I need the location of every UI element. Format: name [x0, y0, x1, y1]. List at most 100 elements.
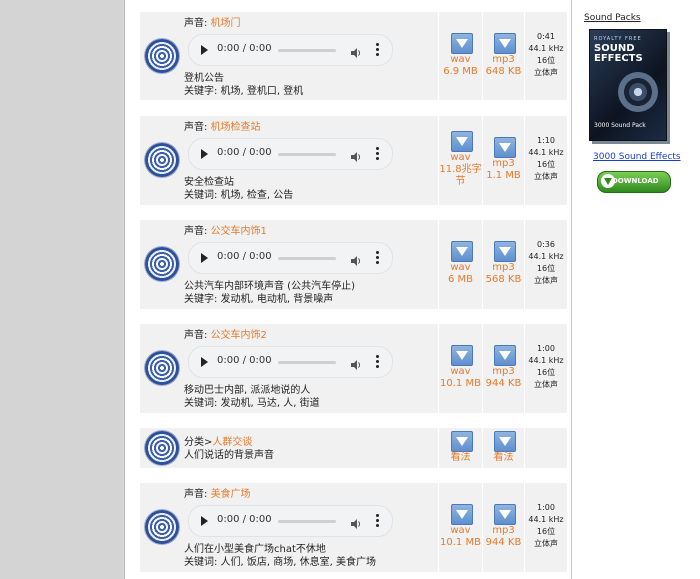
- speaker-icon[interactable]: [145, 351, 179, 385]
- description-line: 安全检查站: [184, 177, 234, 188]
- sound-name-link[interactable]: 美食广场: [211, 489, 251, 500]
- sound-effects-box-image[interactable]: ROYALTY FREE SOUND EFFECTS 3000 Sound Pa…: [589, 29, 667, 141]
- more-options-icon[interactable]: [376, 251, 380, 265]
- more-options-icon[interactable]: [376, 43, 380, 57]
- audio-player[interactable]: 0:00 / 0:00: [188, 242, 393, 274]
- player-time: 0:00 / 0:00: [217, 355, 272, 366]
- sound-title: 声音: 美食广场: [184, 485, 251, 500]
- file-size: 6.9 MB: [443, 66, 478, 77]
- play-icon[interactable]: [201, 357, 208, 367]
- more-options-icon[interactable]: [376, 147, 380, 161]
- sound-row: 声音: 公交车内饰2 0:00 / 0:00 移动巴士内部, 派派地说的人 关键…: [140, 324, 567, 413]
- channels: 立体声: [534, 539, 558, 548]
- mp3-download-cell[interactable]: mp3 944 KB: [482, 324, 524, 413]
- box-bottom-text: 3000 Sound Pack: [594, 122, 646, 129]
- volume-icon[interactable]: [350, 515, 362, 529]
- wav-download-cell[interactable]: wav 10.1 MB: [438, 324, 482, 413]
- view-cell[interactable]: 看法: [438, 428, 482, 468]
- wav-download-cell[interactable]: wav 10.1 MB: [438, 483, 482, 572]
- sound-description: 人们在小型美食广场chat不休地 关键词: 人们, 饭店, 商场, 休息室, 美…: [184, 543, 376, 569]
- download-icon[interactable]: [450, 131, 473, 152]
- wav-download-cell[interactable]: wav 11.8兆字 节: [438, 116, 482, 205]
- audio-player[interactable]: 0:00 / 0:00: [188, 138, 393, 170]
- sound-effects-link[interactable]: 3000 Sound Effects: [593, 152, 681, 162]
- sound-description: 登机公告 关键字: 机场, 登机口, 登机: [184, 72, 303, 98]
- wav-download-cell[interactable]: wav 6 MB: [438, 220, 482, 309]
- download-icon[interactable]: [450, 241, 473, 262]
- more-options-icon[interactable]: [376, 355, 380, 369]
- volume-icon[interactable]: [350, 44, 362, 58]
- volume-icon[interactable]: [350, 252, 362, 266]
- sound-name-link[interactable]: 机场门: [211, 18, 241, 29]
- mp3-download-cell[interactable]: mp3 648 KB: [482, 12, 524, 100]
- download-icon[interactable]: [493, 431, 516, 452]
- sound-packs-link[interactable]: Sound Packs: [584, 13, 641, 23]
- download-button[interactable]: DOWNLOAD: [597, 171, 671, 193]
- format-name: wav: [450, 262, 471, 273]
- format-label: mp3 1.1 MB: [483, 158, 524, 182]
- sound-name-link[interactable]: 公交车内饰2: [211, 330, 267, 341]
- view-link[interactable]: 看法: [483, 452, 524, 464]
- download-icon[interactable]: [450, 431, 473, 452]
- volume-icon[interactable]: [350, 148, 362, 162]
- player-progress[interactable]: [278, 49, 336, 52]
- download-label: DOWNLOAD: [612, 177, 659, 185]
- volume-icon[interactable]: [350, 356, 362, 370]
- download-icon[interactable]: [493, 345, 516, 366]
- more-options-icon[interactable]: [376, 514, 380, 528]
- file-size: 568 KB: [485, 274, 522, 285]
- player-progress[interactable]: [278, 361, 336, 364]
- audio-player[interactable]: 0:00 / 0:00: [188, 34, 393, 66]
- view-cell[interactable]: 看法: [482, 428, 524, 468]
- sound-label: 声音:: [184, 489, 208, 500]
- download-icon[interactable]: [493, 504, 516, 525]
- speaker-icon[interactable]: [145, 431, 179, 465]
- play-icon[interactable]: [201, 149, 208, 159]
- audio-meta-cell: 1:00 44.1 kHz 16位 立体声: [524, 324, 567, 413]
- format-label: wav 10.1 MB: [439, 366, 482, 390]
- player-progress[interactable]: [278, 153, 336, 156]
- download-icon[interactable]: [450, 504, 473, 525]
- play-icon[interactable]: [201, 516, 208, 526]
- play-icon[interactable]: [201, 253, 208, 263]
- speaker-icon[interactable]: [145, 143, 179, 177]
- speaker-icon[interactable]: [145, 510, 179, 544]
- download-icon[interactable]: [450, 33, 473, 54]
- download-icon[interactable]: [493, 241, 516, 262]
- speaker-graphic: [618, 72, 658, 112]
- mp3-download-cell[interactable]: mp3 944 KB: [482, 483, 524, 572]
- download-icon[interactable]: [493, 33, 516, 54]
- description-line: 公共汽车内部环境声音 (公共汽车停止): [184, 281, 355, 292]
- download-icon[interactable]: [493, 137, 516, 158]
- format-label: mp3 568 KB: [483, 262, 524, 286]
- audio-player[interactable]: 0:00 / 0:00: [188, 505, 393, 537]
- player-progress[interactable]: [278, 257, 336, 260]
- speaker-icon[interactable]: [145, 39, 179, 73]
- audio-player[interactable]: 0:00 / 0:00: [188, 346, 393, 378]
- mp3-download-cell[interactable]: mp3 568 KB: [482, 220, 524, 309]
- sound-title: 声音: 机场门: [184, 14, 241, 29]
- keywords-line: 关键词: 发动机, 马达, 人, 街道: [184, 398, 320, 409]
- left-gutter: [0, 0, 124, 579]
- sound-name-link[interactable]: 机场检查站: [211, 122, 261, 133]
- player-progress[interactable]: [278, 520, 336, 523]
- download-icon[interactable]: [450, 345, 473, 366]
- sound-row: 声音: 机场门 0:00 / 0:00 登机公告 关键字: 机场, 登机口, 登…: [140, 12, 567, 100]
- mp3-download-cell[interactable]: mp3 1.1 MB: [482, 116, 524, 205]
- view-link[interactable]: 看法: [439, 452, 482, 464]
- format-name: mp3: [492, 158, 515, 169]
- box-title-text: SOUND EFFECTS: [594, 43, 643, 64]
- sound-name-link[interactable]: 公交车内饰1: [211, 226, 267, 237]
- category-description: 人们说话的背景声音: [184, 449, 274, 462]
- keywords-line: 关键词: 人们, 饭店, 商场, 休息室, 美食广场: [184, 557, 376, 568]
- format-label: mp3 648 KB: [483, 54, 524, 78]
- audio-meta: 0:36 44.1 kHz 16位 立体声: [525, 239, 567, 287]
- speaker-icon[interactable]: [145, 247, 179, 281]
- bit-depth: 16位: [536, 368, 556, 377]
- category-name-link[interactable]: 人群交谈: [212, 437, 252, 448]
- wav-download-cell[interactable]: wav 6.9 MB: [438, 12, 482, 100]
- play-icon[interactable]: [201, 45, 208, 55]
- gutter-border: [124, 0, 125, 579]
- sample-rate: 44.1 kHz: [528, 515, 564, 524]
- sound-description: 安全检查站 关键词: 机场, 检查, 公告: [184, 176, 293, 202]
